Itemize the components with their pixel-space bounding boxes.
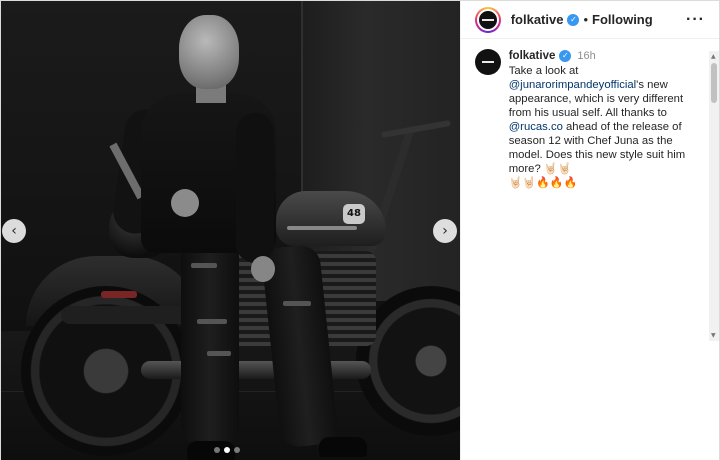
caption-header: folkative ✓ 16h <box>509 49 705 63</box>
comments-scrollbar[interactable]: ▲ ▼ <box>709 51 719 341</box>
carousel-dot-active <box>224 447 230 453</box>
post-image[interactable]: 48 ‹ › <box>1 1 460 460</box>
jeans-rip <box>191 263 217 268</box>
more-options-icon[interactable]: ··· <box>686 11 705 29</box>
mention-link[interactable]: @junarorimpandeyofficial <box>509 79 636 91</box>
instagram-post: 48 ‹ › folkative ✓ • Following ··· folka… <box>0 0 720 460</box>
tank-badge: 48 <box>343 204 365 224</box>
jeans-rip <box>283 301 311 306</box>
person-arm-right <box>236 113 274 263</box>
carousel-indicator <box>214 447 240 453</box>
caption: folkative ✓ 16h Take a look at @junarori… <box>461 39 719 190</box>
tank-logo <box>287 226 357 230</box>
carousel-dot <box>214 447 220 453</box>
scroll-up-arrow-icon[interactable]: ▲ <box>711 53 716 60</box>
motorcycle-rack <box>61 306 201 324</box>
motorcycle-taillight <box>101 291 137 298</box>
verified-badge-icon: ✓ <box>559 50 572 62</box>
caption-timestamp[interactable]: 16h <box>577 49 595 63</box>
caption-avatar[interactable] <box>474 49 501 75</box>
caption-text-part: Take a look at <box>508 65 579 77</box>
caption-text: Take a look at @junarorimpandeyofficial'… <box>509 64 705 190</box>
carousel-dot <box>234 447 240 453</box>
scroll-down-arrow-icon[interactable]: ▼ <box>711 332 716 339</box>
verified-badge-icon: ✓ <box>567 13 580 26</box>
logo-mark <box>481 61 494 63</box>
jeans-rip <box>197 319 227 324</box>
emoji-group: 🤘🏻🤘🏻 <box>543 162 572 175</box>
following-button[interactable]: Following <box>592 12 653 27</box>
logo-mark <box>481 18 494 21</box>
person-hand-right <box>251 256 275 282</box>
caption-body: folkative ✓ 16h Take a look at @junarori… <box>509 49 705 190</box>
person-head <box>179 15 239 89</box>
person-hand-left <box>171 189 199 217</box>
mention-link[interactable]: @rucas.co <box>509 121 563 133</box>
boot <box>319 437 367 457</box>
emoji-group: 🤘🏻🤘🏻🔥🔥🔥 <box>508 176 578 189</box>
scroll-thumb[interactable] <box>711 63 717 103</box>
jeans-rip <box>207 351 231 356</box>
header-separator: • <box>583 12 589 27</box>
motorcycle-exhaust <box>141 361 371 379</box>
avatar-image <box>476 8 499 31</box>
carousel-prev-button[interactable]: ‹ <box>2 219 26 243</box>
carousel-next-button[interactable]: › <box>433 219 457 243</box>
header-username[interactable]: folkative <box>511 12 564 27</box>
post-header: folkative ✓ • Following ··· <box>460 1 719 39</box>
post-side-panel: folkative ✓ • Following ··· folkative ✓ … <box>459 1 719 460</box>
profile-avatar[interactable] <box>474 6 501 33</box>
motorcycle-tank <box>276 191 386 246</box>
caption-username[interactable]: folkative <box>509 49 556 63</box>
